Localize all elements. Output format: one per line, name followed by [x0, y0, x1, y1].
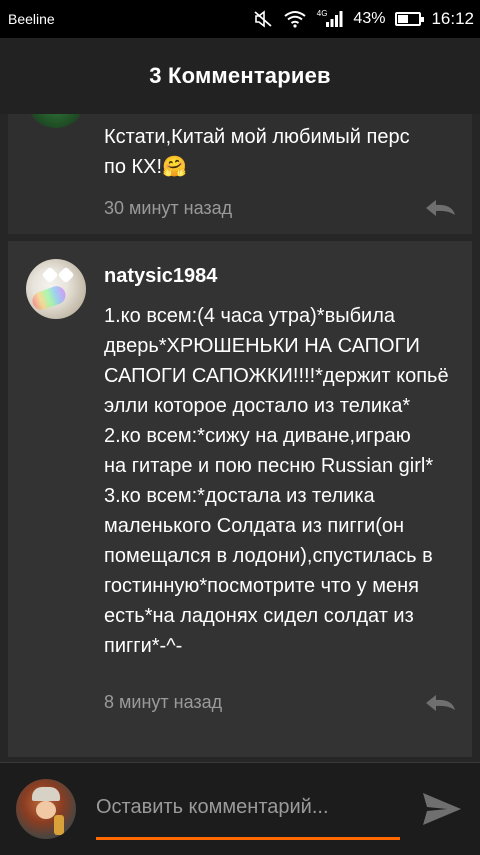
avatar[interactable]	[26, 259, 86, 319]
comment-composer	[0, 762, 480, 855]
status-icons: 4G 43% 16:12	[253, 9, 474, 29]
battery-icon	[395, 12, 425, 26]
send-icon[interactable]	[420, 789, 464, 829]
comment-username[interactable]: natysic1984	[104, 265, 217, 288]
comment-text: Кстати,Китай мой любимый перс по КХ!🤗	[104, 126, 410, 178]
input-underline	[96, 837, 400, 840]
clock: 16:12	[431, 9, 474, 28]
battery-percent: 43%	[353, 10, 386, 27]
page-title: 3 Комментариев	[149, 63, 331, 88]
reply-icon[interactable]	[422, 198, 458, 218]
status-bar: Beeline 4G 43% 16:12	[0, 0, 480, 38]
carrier-name: Beeline	[8, 11, 55, 27]
my-avatar	[16, 779, 76, 839]
comment-text: 1.ко всем:(4 часа утра)*выбила дверь*ХРЮ…	[104, 305, 449, 657]
header-bar: 3 Комментариев	[0, 38, 480, 115]
comments-list[interactable]: Кстати,Китай мой любимый перс по КХ!🤗 30…	[0, 114, 480, 762]
comment-time: 30 минут назад	[104, 198, 233, 218]
comment-item: Кстати,Китай мой любимый перс по КХ!🤗 30…	[8, 114, 472, 234]
battery-level-fill	[398, 15, 408, 23]
comment-time: 8 минут назад	[104, 692, 223, 712]
comment-input[interactable]	[96, 787, 400, 827]
signal-icon: 4G	[316, 8, 344, 28]
wifi-icon	[283, 10, 307, 28]
comment-item: natysic1984 1.ко всем:(4 часа утра)*выби…	[8, 241, 472, 757]
reply-icon[interactable]	[422, 693, 458, 713]
avatar[interactable]	[26, 114, 86, 128]
network-type: 4G	[316, 8, 328, 18]
mute-icon	[253, 10, 273, 28]
